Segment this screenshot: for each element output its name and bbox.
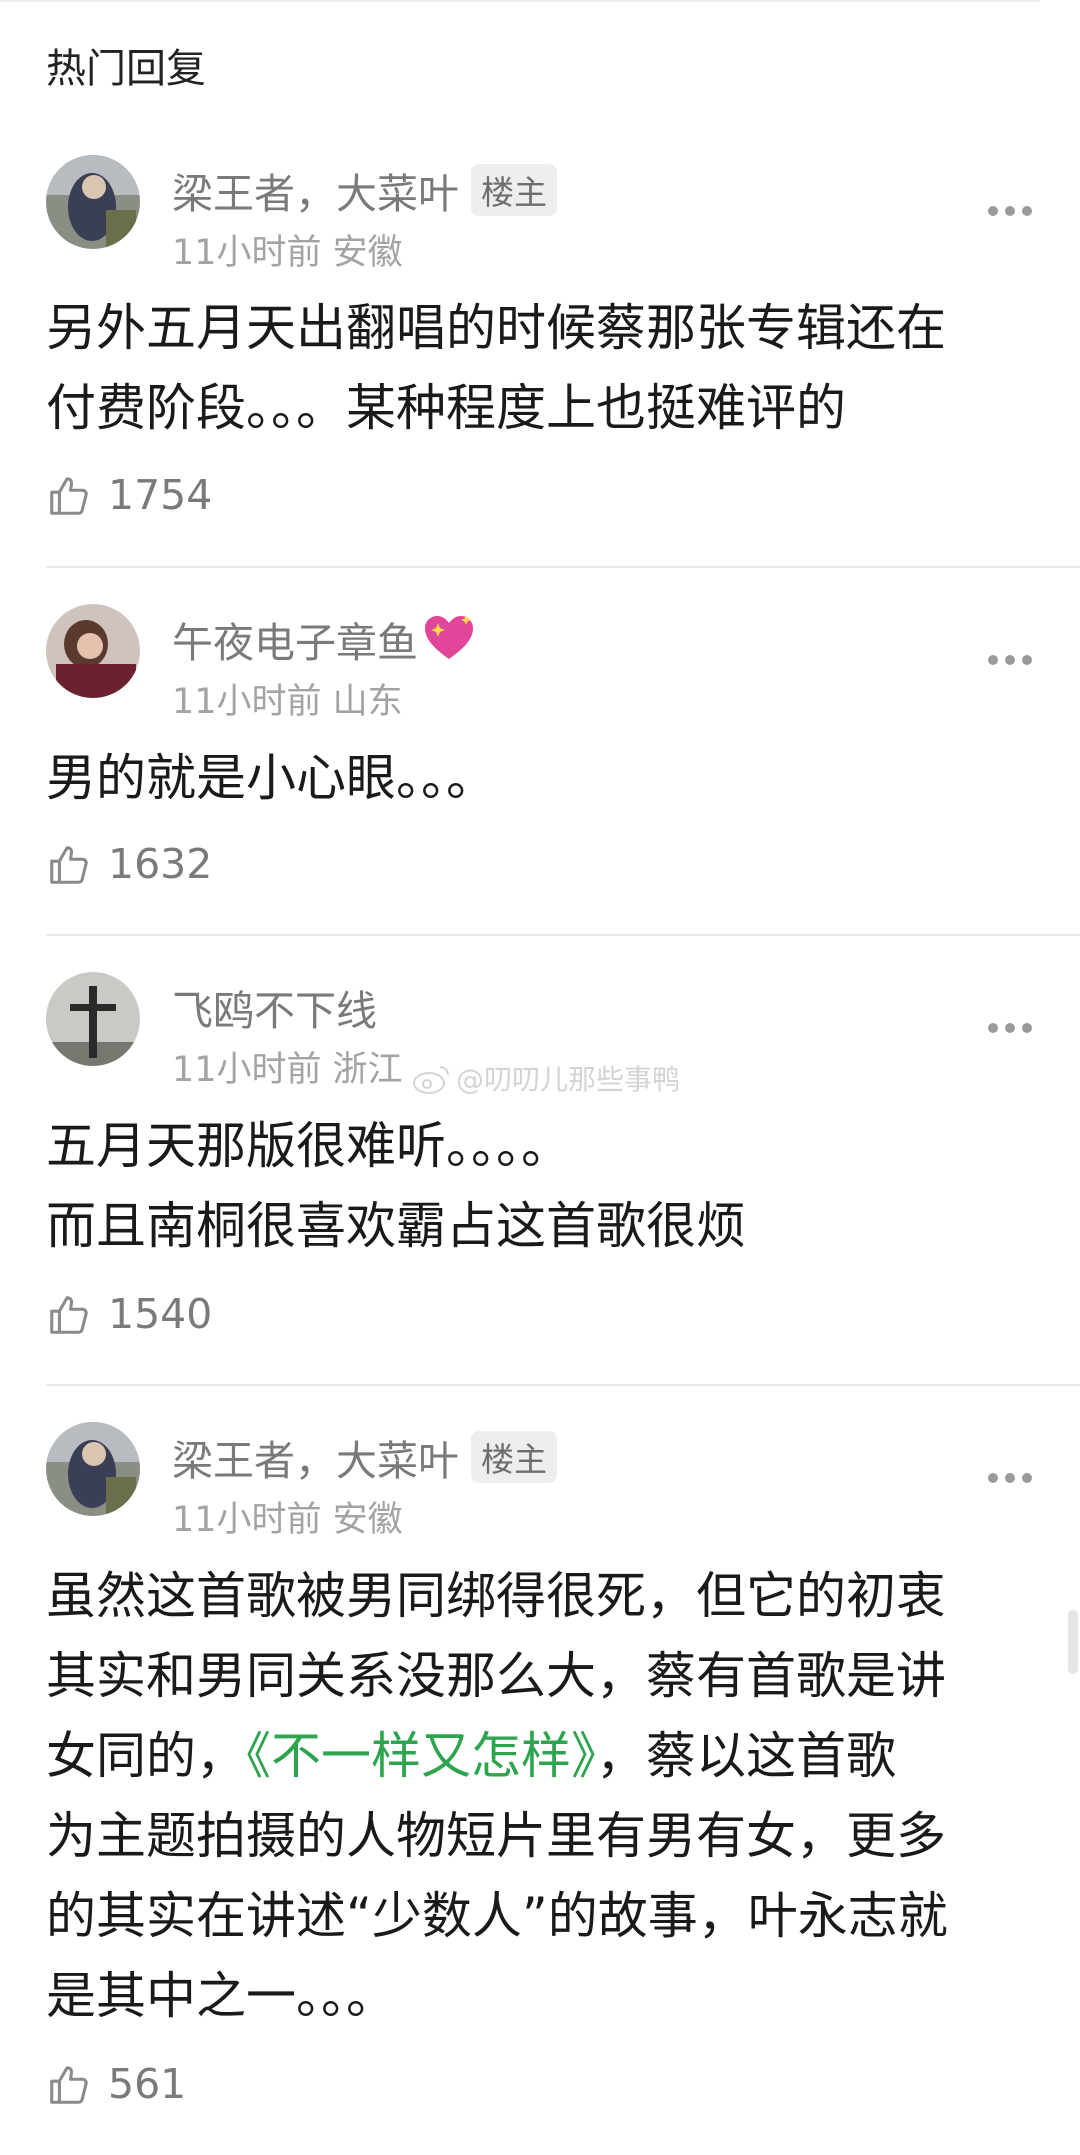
- comment-line: 五月天那版很难听。。。。: [46, 1117, 571, 1175]
- comment-line: 女同的，《不一样又怎样》，蔡以这首歌: [46, 1716, 1046, 1796]
- comment-line: 其实和男同关系没那么大，蔡有首歌是讲: [46, 1647, 946, 1705]
- top-divider: [0, 0, 1040, 2]
- comment-text: 五月天那版很难听。。。。而且南桐很喜欢霸占这首歌很烦: [46, 1106, 1046, 1266]
- sparkling-heart-icon: [425, 615, 473, 659]
- more-dots-icon[interactable]: [988, 655, 1032, 667]
- avatar[interactable]: [46, 1422, 140, 1516]
- op-badge: 楼主: [471, 164, 557, 216]
- username[interactable]: 飞鸥不下线: [172, 977, 377, 1037]
- watermark: @叨叨儿那些事鸭: [412, 1058, 680, 1098]
- comment-text: 男的就是小心眼。。。: [46, 738, 1046, 818]
- thumbs-up-icon: [50, 2066, 88, 2104]
- op-badge: 楼主: [471, 1431, 557, 1483]
- more-dots-icon[interactable]: [988, 206, 1032, 218]
- song-title-link[interactable]: 《不一样又怎样》: [246, 1727, 596, 1785]
- comment-line: 是其中之一。。。: [46, 1967, 396, 2025]
- avatar[interactable]: [46, 155, 140, 249]
- username-text[interactable]: 梁王者，大菜叶: [172, 170, 459, 218]
- comment-divider: [46, 1384, 1080, 1386]
- comment-line: 另外五月天出翻唱的时候蔡那张专辑还在: [46, 299, 946, 357]
- comment-line: 为主题拍摄的人物短片里有男有女，更多: [46, 1807, 946, 1865]
- thumbs-up-icon: [50, 846, 88, 884]
- comment-line: 的其实在讲述“少数人”的故事，叶永志就: [46, 1887, 948, 1945]
- comment-meta: 11小时前 山东: [172, 682, 403, 722]
- section-title: 热门回复: [46, 46, 206, 92]
- username[interactable]: 梁王者，大菜叶 楼主: [172, 1427, 557, 1487]
- comment-line: 虽然这首歌被男同绑得很死，但它的初衷: [46, 1567, 946, 1625]
- scrollbar[interactable]: [1068, 1610, 1078, 1674]
- watermark-text: @叨叨儿那些事鸭: [456, 1063, 681, 1096]
- username[interactable]: 午夜电子章鱼: [172, 609, 476, 669]
- username-text[interactable]: 飞鸥不下线: [172, 987, 377, 1035]
- like-count: 1540: [108, 1290, 213, 1338]
- comment-meta: 11小时前 浙江: [172, 1050, 403, 1090]
- comment-text-segment: 女同的，: [46, 1727, 246, 1785]
- comment-meta: 11小时前 安徽: [172, 233, 403, 273]
- comment-text: 另外五月天出翻唱的时候蔡那张专辑还在 付费阶段。。。某种程度上也挺难评的: [46, 288, 1046, 448]
- avatar[interactable]: [46, 972, 140, 1066]
- comment-meta: 11小时前 安徽: [172, 1500, 403, 1540]
- more-dots-icon[interactable]: [988, 1473, 1032, 1485]
- comment-line: 付费阶段。。。某种程度上也挺难评的: [46, 379, 846, 437]
- comment-divider: [46, 566, 1080, 568]
- like-count: 561: [108, 2060, 187, 2108]
- comment-line: 男的就是小心眼。。。: [46, 749, 496, 807]
- like-count: 1754: [108, 471, 213, 519]
- like-count: 1632: [108, 840, 213, 888]
- username[interactable]: 梁王者，大菜叶 楼主: [172, 160, 557, 220]
- comment-text-segment: ，蔡以这首歌: [596, 1727, 896, 1785]
- thumbs-up-icon: [50, 1296, 88, 1334]
- comment-text: 虽然这首歌被男同绑得很死，但它的初衷 其实和男同关系没那么大，蔡有首歌是讲 女同的，…: [46, 1556, 1046, 2036]
- comment-divider: [46, 934, 1080, 936]
- comment-line: 而且南桐很喜欢霸占这首歌很烦: [46, 1197, 746, 1255]
- username-text[interactable]: 午夜电子章鱼: [172, 619, 418, 667]
- thumbs-up-icon: [50, 477, 88, 515]
- username-text[interactable]: 梁王者，大菜叶: [172, 1437, 459, 1485]
- avatar[interactable]: [46, 604, 140, 698]
- more-dots-icon[interactable]: [988, 1023, 1032, 1035]
- weibo-logo-icon: [413, 1066, 449, 1094]
